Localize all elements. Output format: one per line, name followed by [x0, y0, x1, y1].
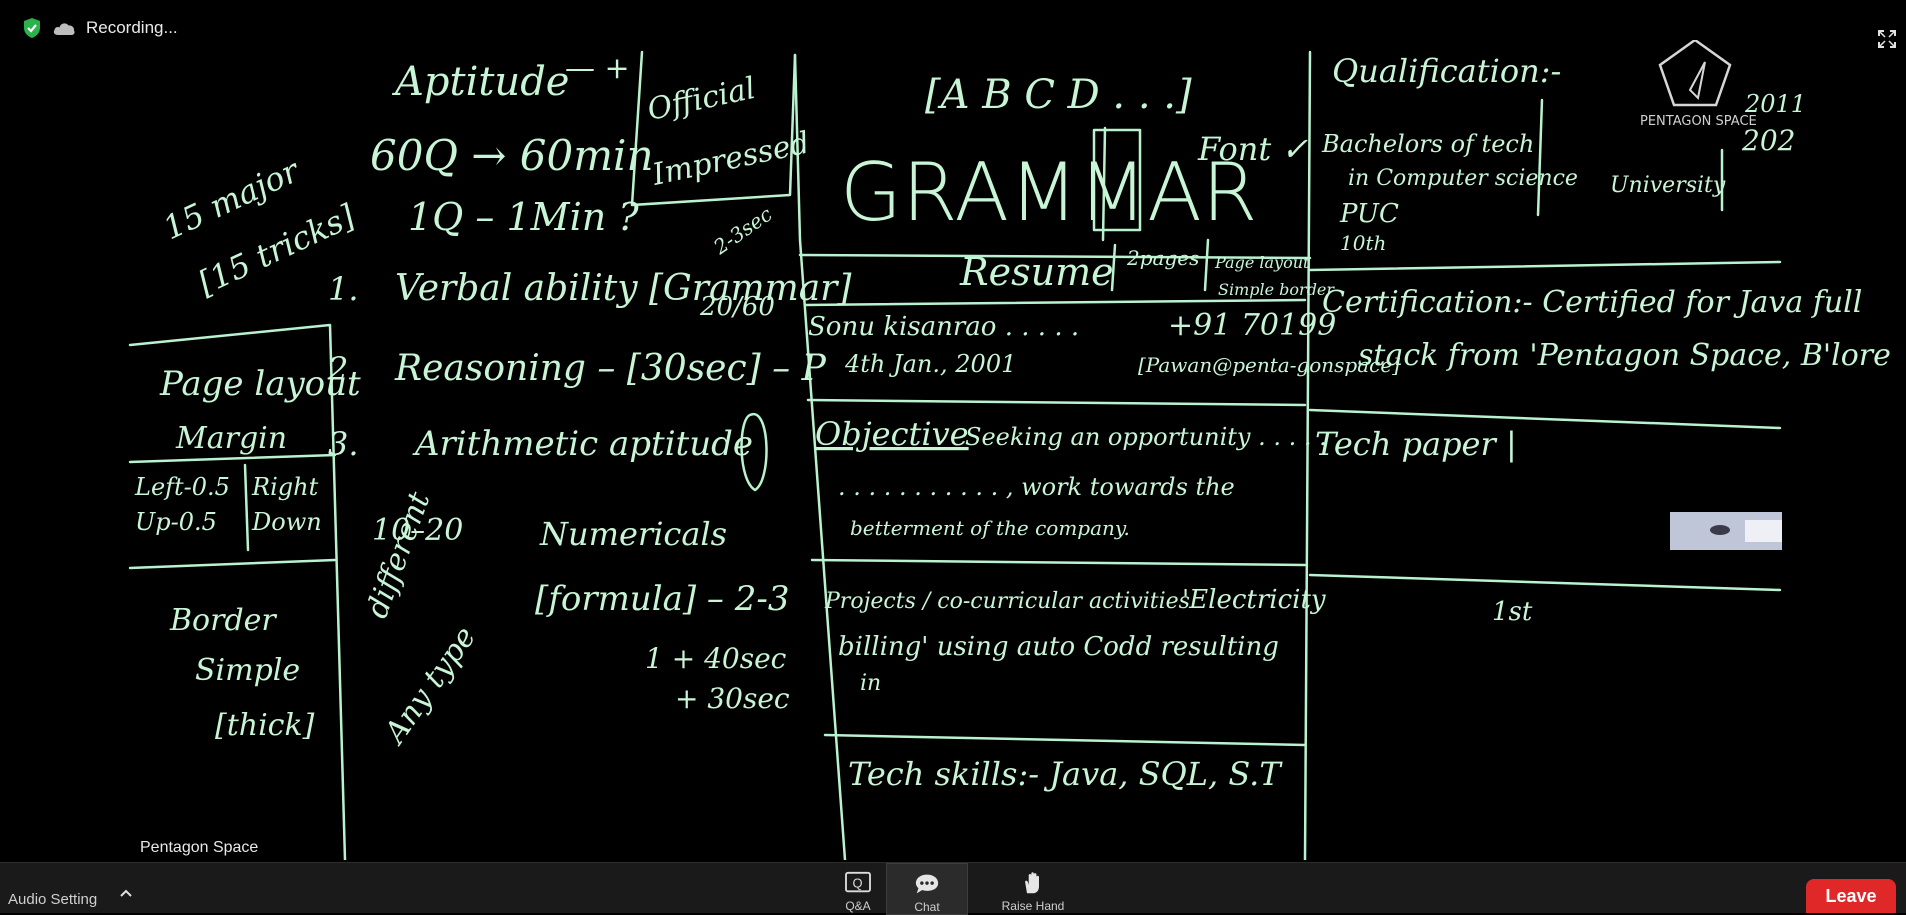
raise-hand-button[interactable]: Raise Hand: [985, 863, 1081, 913]
margin-up: Up-0.5: [135, 508, 217, 536]
chevron-up-icon[interactable]: [118, 885, 134, 901]
topic-time-b: + 30sec: [675, 682, 790, 715]
tenth-line: 10th: [1340, 231, 1386, 255]
shared-whiteboard: Aptitude — + 60Q → 60min 1Q – 1Min ? 15 …: [128, 40, 1891, 860]
projects-text-2: billing' using auto Codd resulting: [838, 632, 1279, 662]
margin-label: Margin: [175, 421, 287, 456]
university-line: University: [1610, 173, 1726, 198]
qa-button[interactable]: Q Q&A: [825, 863, 891, 913]
computer-science-line: in Computer science: [1348, 166, 1578, 191]
topic-number-3: 3.: [328, 425, 359, 463]
objective-text-2: . . . . . . . . . . . , work towards the: [838, 473, 1235, 501]
recording-indicator: Recording...: [22, 17, 178, 39]
page-layout-label: Page layout: [159, 364, 361, 404]
svg-text:Q: Q: [852, 876, 862, 891]
audio-setting-button[interactable]: Audio Setting: [8, 891, 97, 908]
leave-button[interactable]: Leave: [1806, 879, 1896, 913]
cloud-icon: [53, 23, 75, 35]
bachelors-line: Bachelors of tech: [1321, 130, 1534, 158]
certification-line-2: stack from 'Pentagon Space, B'lore: [1358, 338, 1891, 373]
topic-verbal: Verbal ability [Grammar]: [395, 268, 852, 309]
raise-hand-label: Raise Hand: [1001, 899, 1065, 913]
objective-text: Seeking an opportunity . . . . .: [965, 423, 1327, 451]
topic-verbal-count: 20/60: [699, 292, 775, 322]
recording-label: Recording...: [86, 18, 178, 37]
aptitude-per-question: 1Q – 1Min ?: [408, 195, 639, 239]
certification-line: Certification:- Certified for Java full: [1322, 285, 1862, 320]
tech-skills: Tech skills:- Java, SQL, S.T: [848, 755, 1283, 793]
topic-numericals: Numericals: [539, 515, 727, 553]
speaker-name-label: Pentagon Space: [140, 839, 259, 856]
projects-text-3: in: [860, 671, 881, 696]
aptitude-timing: 60Q → 60min: [370, 131, 654, 180]
margin-down: Down: [251, 508, 322, 536]
qa-icon: Q: [845, 871, 871, 893]
shield-check-icon: [24, 18, 40, 38]
pages-note: 2pages: [1126, 246, 1199, 270]
tech-paper: Tech paper |: [1315, 425, 1517, 463]
dob-line: 4th Jan., 2001: [844, 350, 1016, 378]
chat-button[interactable]: Chat: [886, 863, 968, 915]
topic-arithmetic: Arithmetic aptitude: [412, 424, 753, 464]
projects-text: 'Electricity: [1182, 585, 1326, 615]
border-simple: Simple: [195, 653, 300, 688]
topic-time-a: 1 + 40sec: [645, 642, 787, 675]
raise-hand-icon: [1025, 872, 1039, 894]
grammar-text: GRAMMAR: [840, 146, 1257, 239]
margin-right: Right: [251, 473, 319, 501]
pentagon-space-logo-text: PENTAGON SPACE: [1640, 114, 1757, 129]
aptitude-plus: — +: [565, 51, 630, 86]
qa-label: Q&A: [845, 899, 871, 913]
puc-line: PUC: [1339, 199, 1399, 229]
objective-text-3: betterment of the company.: [850, 516, 1130, 540]
topic-reasoning: Reasoning – [30sec] – P: [394, 348, 827, 389]
aptitude-heading: Aptitude: [391, 59, 569, 105]
resume-title: Resume: [959, 250, 1114, 294]
border-label: Border: [169, 603, 277, 638]
projects-label: Projects / co-curricular activities: [824, 589, 1190, 614]
simple-border-note: Simple border: [1218, 280, 1335, 299]
name-line: Sonu kisanrao . . . . .: [808, 312, 1079, 342]
abcd-text: [A B C D . . .]: [925, 72, 1192, 118]
phone-line: +91 70199: [1168, 308, 1336, 343]
chat-icon: [915, 874, 939, 894]
topic-verbal-time: 2-3sec: [708, 202, 776, 260]
topic-any-type: Any type: [376, 620, 483, 752]
topic-different: different: [360, 487, 438, 623]
meeting-toolbar: Audio Setting Q Q&A Chat Raise Hand Leav…: [0, 862, 1906, 915]
impressed-text: Impressed: [648, 125, 812, 193]
font-text: Font ✓: [1197, 130, 1308, 168]
misc-mark: 1st: [1492, 597, 1533, 627]
pentagon-space-logo: PENTAGON SPACE: [1640, 40, 1757, 129]
marker-object: [1670, 512, 1782, 550]
topic-number-1: 1.: [328, 270, 359, 308]
topic-formula: [formula] – 2-3: [535, 579, 790, 619]
margin-left: Left-0.5: [134, 473, 230, 501]
border-thick: [thick]: [215, 708, 315, 743]
page-layout-note: Page layout: [1214, 253, 1310, 272]
qualification-title: Qualification:-: [1332, 52, 1561, 90]
official-text: Official: [644, 71, 758, 128]
objective-label: Objective: [815, 415, 969, 453]
